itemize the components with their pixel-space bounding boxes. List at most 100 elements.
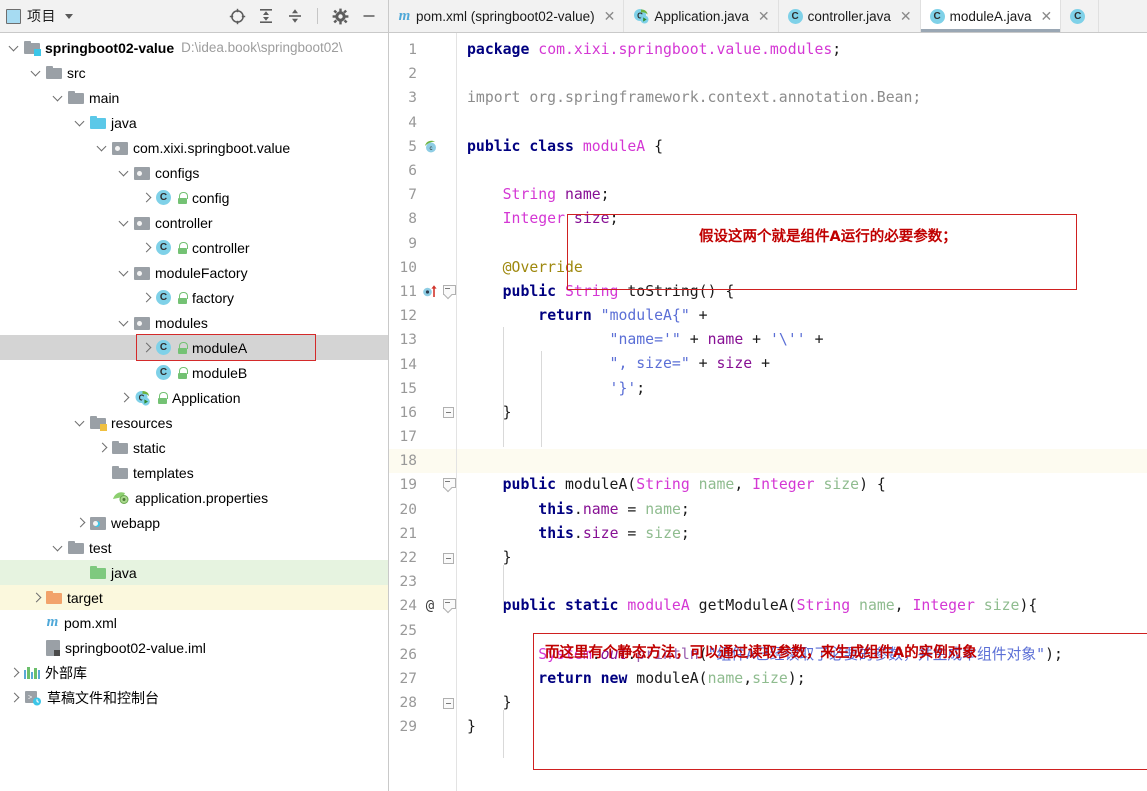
code-line-25[interactable] [459,619,1147,643]
tree-node-resources[interactable]: resources [0,410,388,435]
code-line-22[interactable]: } [459,546,1147,570]
gutter-line-9[interactable]: 9 [389,232,459,256]
code-line-5[interactable]: public class moduleA { [459,135,1147,159]
fold-region[interactable] [441,407,455,419]
fold-end-icon[interactable] [442,407,454,419]
chevron-right-icon[interactable] [140,291,153,304]
code-line-23[interactable] [459,570,1147,594]
hide-panel-icon[interactable] [360,7,378,25]
expand-all-icon[interactable] [257,7,275,25]
gutter-line-7[interactable]: 7 [389,183,459,207]
gutter-line-19[interactable]: 19 [389,473,459,497]
code-line-18[interactable] [459,449,1147,474]
chevron-down-icon[interactable] [74,116,87,129]
code-line-10[interactable]: @Override [459,256,1147,280]
gutter-line-21[interactable]: 21 [389,522,459,546]
tab-modulea-java[interactable]: C moduleA.java ✕ [920,0,1062,32]
tree-node-springboot02-value[interactable]: springboot02-value D:\idea.book\springboo… [0,35,388,60]
fold-collapse-icon[interactable] [442,599,456,614]
code-line-13[interactable]: "name='" + name + '\'' + [459,328,1147,352]
fold-collapse-icon[interactable] [442,478,456,493]
code-line-16[interactable]: } [459,401,1147,425]
tree-node-modulea[interactable]: CmoduleA [0,335,388,360]
chevron-down-icon[interactable] [118,216,131,229]
gutter-line-12[interactable]: 12 [389,304,459,328]
tree-node-moduleb[interactable]: CmoduleB [0,360,388,385]
chevron-down-icon[interactable] [52,91,65,104]
project-tree[interactable]: springboot02-value D:\idea.book\springboo… [0,33,389,791]
code-line-4[interactable] [459,111,1147,135]
code-line-11[interactable]: public String toString() { [459,280,1147,304]
tree-node-application-properties[interactable]: application.properties [0,485,388,510]
gutter-line-1[interactable]: 1 [389,38,459,62]
chevron-down-icon[interactable] [118,316,131,329]
chevron-right-icon[interactable] [30,591,43,604]
chevron-down-icon[interactable] [52,541,65,554]
close-icon[interactable]: ✕ [758,9,770,23]
code-line-2[interactable] [459,62,1147,86]
code-line-28[interactable]: } [459,691,1147,715]
chevron-right-icon[interactable] [118,391,131,404]
fold-collapse-icon[interactable] [442,284,456,300]
tab-application-java[interactable]: C Application.java ✕ [624,0,779,32]
gutter-line-27[interactable]: 27 [389,667,459,691]
chevron-right-icon[interactable] [74,516,87,529]
fold-end-icon[interactable] [442,697,454,709]
tree-node-templates[interactable]: templates [0,460,388,485]
fold-region[interactable] [441,599,456,614]
gutter-line-17[interactable]: 17 [389,425,459,449]
code-line-27[interactable]: return new moduleA(name,size); [459,667,1147,691]
chevron-right-icon[interactable] [140,341,153,354]
gutter-line-29[interactable]: 29 [389,715,459,739]
tree-node-config[interactable]: Cconfig [0,185,388,210]
select-opened-file-icon[interactable] [228,7,246,25]
code-line-17[interactable] [459,425,1147,449]
chevron-right-icon[interactable] [8,666,21,679]
gutter-line-16[interactable]: 16 [389,401,459,425]
chevron-down-icon[interactable] [65,13,73,19]
fold-region[interactable] [441,284,456,300]
gutter-line-4[interactable]: 4 [389,111,459,135]
tree-node-java[interactable]: java [0,110,388,135]
code-line-20[interactable]: this.name = name; [459,498,1147,522]
tree-node-controller[interactable]: controller [0,210,388,235]
gutter-line-15[interactable]: 15 [389,377,459,401]
tree-node-factory[interactable]: Cfactory [0,285,388,310]
tree-node-application[interactable]: C Application [0,385,388,410]
code-editor[interactable]: 1 2 3 4 5 c 6 7 8 9 10 11 12 13 14 15 16 17 18 19 20 21 22 23 24… [389,33,1147,791]
close-icon[interactable]: ✕ [1040,9,1052,23]
tab-pom-xml[interactable]: m pom.xml (springboot02-value) ✕ [389,0,625,32]
gutter-line-14[interactable]: 14 [389,352,459,376]
gutter-line-13[interactable]: 13 [389,328,459,352]
chevron-down-icon[interactable] [118,266,131,279]
code-line-15[interactable]: '}'; [459,377,1147,401]
code-line-21[interactable]: this.size = size; [459,522,1147,546]
chevron-down-icon[interactable] [74,416,87,429]
gutter-line-18[interactable]: 18 [389,449,459,474]
gutter-line-5[interactable]: 5c [389,135,459,159]
chevron-down-icon[interactable] [96,141,109,154]
gutter-line-6[interactable]: 6 [389,159,459,183]
tree-node-com-xixi-springboot-value[interactable]: com.xixi.springboot.value [0,135,388,160]
tree-node-main[interactable]: main [0,85,388,110]
fold-region[interactable] [441,552,455,564]
chevron-right-icon[interactable] [140,191,153,204]
chevron-down-icon[interactable] [8,41,21,54]
tree-node--[interactable]: > 草稿文件和控制台 [0,685,388,710]
gutter-line-3[interactable]: 3 [389,86,459,110]
gutter-line-11[interactable]: 11 [389,280,459,304]
close-icon[interactable]: ✕ [900,9,912,23]
tree-node-springboot02-value-iml[interactable]: springboot02-value.iml [0,635,388,660]
code-text-area[interactable]: package com.xixi.springboot.value.module… [459,33,1147,791]
gutter-line-8[interactable]: 8 [389,207,459,231]
gutter-line-24[interactable]: 24 @ [389,594,459,618]
gutter-line-25[interactable]: 25 [389,619,459,643]
code-line-7[interactable]: String name; [459,183,1147,207]
tree-node-src[interactable]: src [0,60,388,85]
gutter-line-10[interactable]: 10 [389,256,459,280]
tab-overflow-partial[interactable]: C [1061,0,1100,32]
tree-node-target[interactable]: target [0,585,388,610]
tree-node--[interactable]: 外部库 [0,660,388,685]
tree-node-modulefactory[interactable]: moduleFactory [0,260,388,285]
tree-node-pom-xml[interactable]: m pom.xml [0,610,388,635]
